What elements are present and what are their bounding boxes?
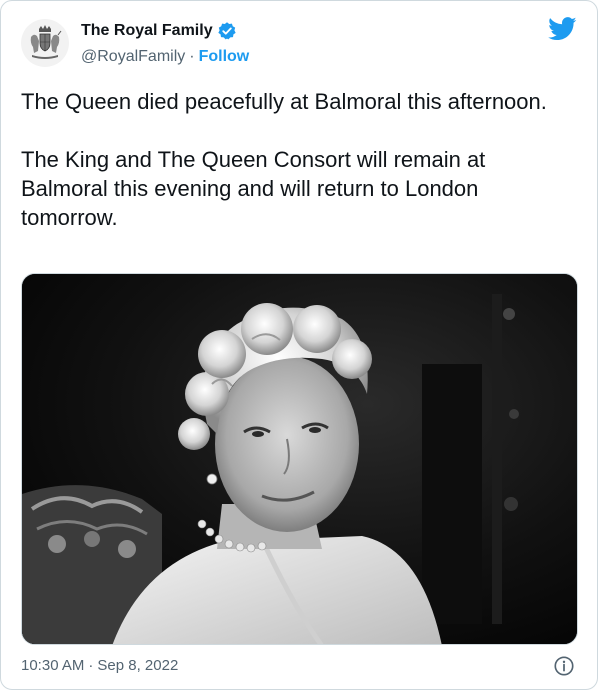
- avatar[interactable]: [21, 19, 69, 67]
- name-row: The Royal Family: [81, 20, 249, 42]
- royal-coat-of-arms-icon: [30, 25, 62, 59]
- tweet-photo[interactable]: [21, 273, 578, 645]
- tweet-time: 10:30 AM: [21, 657, 85, 674]
- twitter-bird-icon[interactable]: [548, 17, 577, 41]
- account-header: The Royal Family @RoyalFamily · Follow: [81, 20, 249, 67]
- tweet-date: Sep 8, 2022: [97, 657, 179, 674]
- info-icon[interactable]: [553, 655, 575, 677]
- timestamp-separator: ·: [88, 657, 94, 674]
- portrait-photo: [22, 274, 577, 644]
- handle[interactable]: @RoyalFamily: [81, 48, 185, 66]
- tweet-timestamp[interactable]: 10:30 AM · Sep 8, 2022: [21, 657, 178, 674]
- follow-button[interactable]: Follow: [199, 48, 250, 66]
- tweet-text: The Queen died peacefully at Balmoral th…: [21, 89, 547, 230]
- handle-row: @RoyalFamily · Follow: [81, 47, 249, 67]
- handle-separator: ·: [189, 48, 195, 65]
- display-name[interactable]: The Royal Family: [81, 22, 213, 40]
- verified-badge-icon: [217, 22, 236, 40]
- tweet-card: The Royal Family @RoyalFamily · Follow T…: [0, 0, 598, 690]
